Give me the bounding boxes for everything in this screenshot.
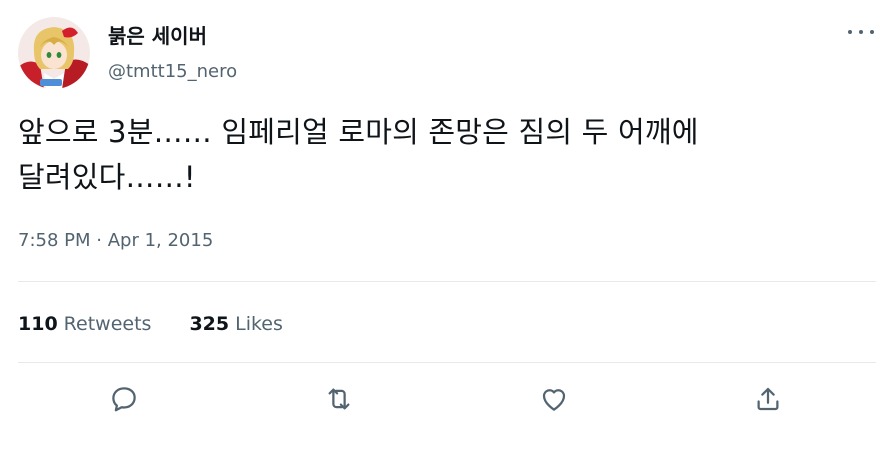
meta-separator: · [90, 230, 108, 251]
retweets-count: 110 [18, 313, 58, 335]
likes-count: 325 [189, 313, 230, 335]
dot [848, 30, 852, 34]
display-name[interactable]: 붉은 세이버 [108, 22, 207, 50]
dot [870, 30, 874, 34]
share-icon [757, 387, 779, 411]
dot [859, 30, 863, 34]
retweet-button[interactable] [322, 382, 356, 416]
tweet-time[interactable]: 7:58 PM [18, 230, 91, 251]
share-button[interactable] [751, 382, 785, 416]
reply-icon [112, 387, 136, 412]
like-button[interactable] [537, 382, 571, 416]
likes-stat[interactable]: 325 Likes [189, 310, 282, 338]
like-icon [542, 389, 566, 411]
retweet-icon [328, 388, 350, 410]
tweet-date[interactable]: Apr 1, 2015 [108, 230, 214, 251]
tweet-timestamp[interactable]: 7:58 PM · Apr 1, 2015 [18, 228, 213, 254]
divider [18, 281, 876, 282]
avatar[interactable] [18, 17, 90, 89]
divider [18, 362, 876, 363]
more-options-icon[interactable] [848, 22, 874, 42]
likes-label: Likes [235, 313, 283, 335]
tweet-text: 앞으로 3분…… 임페리얼 로마의 존망은 짐의 두 어깨에 달려있다……! [18, 115, 699, 194]
user-handle[interactable]: @tmtt15_nero [108, 59, 237, 85]
retweets-label: Retweets [63, 313, 152, 335]
reply-button[interactable] [107, 382, 141, 416]
retweets-stat[interactable]: 110 Retweets [18, 310, 151, 338]
tweet-stats: 110 Retweets 325 Likes [18, 310, 283, 338]
